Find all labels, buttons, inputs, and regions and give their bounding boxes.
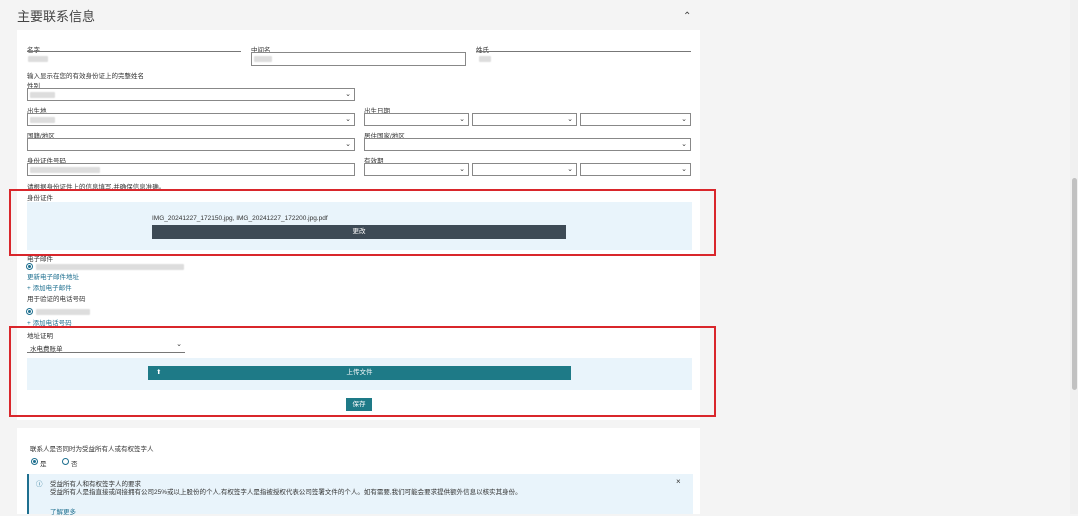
section-title: 主要联系信息	[17, 9, 96, 24]
id-number-value	[30, 167, 100, 173]
gender-value	[30, 92, 55, 98]
residence-select[interactable]: ⌄	[364, 138, 691, 151]
chevron-down-icon: ⌄	[459, 166, 465, 173]
birthplace-select[interactable]: ⌄	[27, 113, 355, 126]
middle-name-field[interactable]	[251, 52, 466, 66]
email-radio[interactable]	[26, 263, 33, 270]
birth-month-select[interactable]: ⌄	[472, 113, 577, 126]
add-email-link[interactable]: + 添加电子邮件	[27, 282, 72, 292]
beneficiary-question: 联系人是否同时为受益所有人或有权签字人	[30, 446, 154, 453]
yes-radio[interactable]	[31, 458, 38, 465]
close-icon[interactable]: ×	[676, 477, 681, 486]
nationality-select[interactable]: ⌄	[27, 138, 355, 151]
expiry-month-select[interactable]: ⌄	[472, 163, 577, 176]
gender-select[interactable]: ⌄	[27, 88, 355, 101]
update-email-link[interactable]: 更新电子邮件地址	[27, 271, 79, 281]
expiry-year-select[interactable]: ⌄	[580, 163, 691, 176]
chevron-down-icon: ⌄	[345, 91, 351, 98]
birth-day-select[interactable]: ⌄	[364, 113, 469, 126]
info-text: 受益所有人是指直接或间接拥有公司25%或以上股份的个人,有权签字人是指被授权代表…	[50, 489, 522, 496]
chevron-down-icon: ⌄	[567, 166, 573, 173]
info-icon: ⓘ	[36, 481, 43, 488]
birth-year-select[interactable]: ⌄	[580, 113, 691, 126]
given-name-field[interactable]	[27, 38, 241, 52]
phone-value	[36, 309, 90, 315]
chevron-down-icon: ⌄	[567, 116, 573, 123]
scrollbar-thumb[interactable]	[1072, 178, 1077, 390]
email-value	[36, 264, 184, 270]
surname-value	[479, 56, 491, 62]
middle-name-value	[254, 56, 272, 62]
chevron-down-icon: ⌄	[345, 116, 351, 123]
highlight-box	[9, 189, 716, 256]
phone-radio[interactable]	[26, 308, 33, 315]
expiry-day-select[interactable]: ⌄	[364, 163, 469, 176]
name-hint: 输入显示在您的有效身份证上的完整姓名	[27, 73, 144, 80]
chevron-down-icon: ⌄	[459, 116, 465, 123]
chevron-up-icon[interactable]: ⌃	[683, 11, 691, 22]
given-name-value	[28, 56, 48, 62]
chevron-down-icon: ⌄	[681, 116, 687, 123]
info-more-link[interactable]: 了解更多	[50, 506, 76, 516]
email-label: 电子邮件	[27, 256, 53, 263]
no-label: 否	[71, 461, 78, 468]
no-radio[interactable]	[62, 458, 69, 465]
chevron-down-icon: ⌄	[345, 141, 351, 148]
info-title: 受益所有人和有权签字人的要求	[50, 481, 141, 488]
birthplace-value	[30, 117, 55, 123]
yes-label: 是	[40, 461, 47, 468]
phone-label: 用于验证的电话号码	[27, 296, 86, 303]
surname-field[interactable]	[476, 38, 691, 52]
highlight-box-2	[9, 326, 716, 417]
chevron-down-icon: ⌄	[681, 166, 687, 173]
chevron-down-icon: ⌄	[681, 141, 687, 148]
